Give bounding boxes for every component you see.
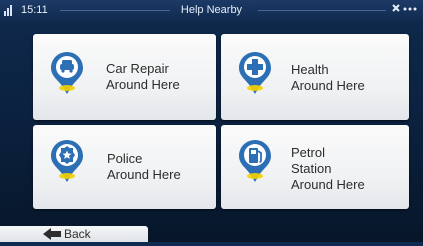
back-button[interactable]: Back: [0, 226, 148, 242]
satellite-icon: [389, 3, 419, 20]
back-label: Back: [64, 227, 91, 241]
petrol-station-button[interactable]: Petrol Station Around Here: [221, 125, 409, 209]
back-arrow-icon: [42, 227, 62, 246]
car-repair-icon: [50, 51, 84, 100]
health-label: Health Around Here: [291, 62, 365, 93]
status-bar: 15:11 Help Nearby: [0, 0, 423, 22]
divider-line-right: [258, 10, 386, 11]
car-repair-label: Car Repair Around Here: [106, 61, 180, 92]
health-button[interactable]: Health Around Here: [221, 34, 409, 120]
petrol-station-icon: [238, 139, 272, 188]
petrol-station-label: Petrol Station Around Here: [291, 145, 365, 192]
health-icon: [238, 51, 272, 100]
police-label: Police Around Here: [107, 151, 181, 182]
police-icon: [50, 139, 84, 188]
car-repair-button[interactable]: Car Repair Around Here: [33, 34, 216, 120]
police-button[interactable]: Police Around Here: [33, 125, 216, 209]
